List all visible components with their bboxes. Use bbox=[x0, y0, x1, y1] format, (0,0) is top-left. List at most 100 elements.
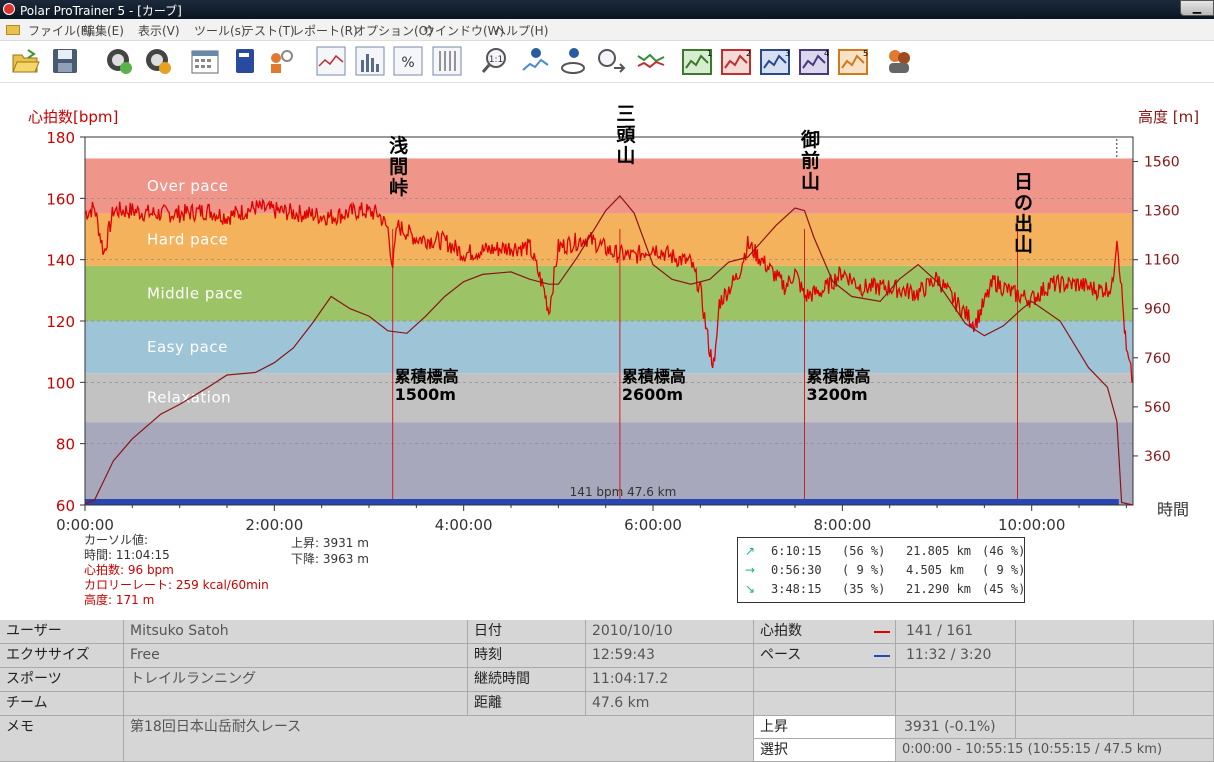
menu-help[interactable]: ヘルプ(H) bbox=[494, 22, 548, 39]
distance-label: 距離 bbox=[468, 692, 586, 716]
summary-row-downhill: ↘ 3:48:15 (35 %) 21.290 km (45 %) bbox=[738, 582, 1026, 600]
calendar-icon[interactable] bbox=[190, 46, 220, 76]
user-value[interactable]: Mitsuko Satoh bbox=[124, 620, 468, 644]
y-right-axis-label: 高度 [m] bbox=[1138, 108, 1199, 126]
time-label: 時刻 bbox=[468, 644, 586, 668]
menu-report[interactable]: レポート(R) bbox=[292, 22, 358, 39]
ascent-label: 上昇 bbox=[754, 716, 896, 739]
duration-value[interactable]: 11:04:17.2 bbox=[586, 668, 754, 692]
curve-1-icon[interactable]: 1 bbox=[682, 46, 712, 76]
svg-text:2: 2 bbox=[746, 49, 751, 58]
folder-icon bbox=[6, 25, 20, 35]
empty-cell bbox=[1016, 716, 1214, 739]
y-right-tick-label: 760 bbox=[1144, 351, 1171, 367]
menu-test[interactable]: テスト(T) bbox=[242, 22, 295, 39]
info-chart-icon[interactable] bbox=[520, 46, 550, 76]
slope-summary: ↗ 6:10:15 (56 %) 21.805 km (46 %) → 0:56… bbox=[737, 537, 1025, 603]
sync-refresh-icon[interactable] bbox=[104, 46, 134, 76]
y-right-tick-label: 960 bbox=[1144, 302, 1171, 318]
empty-cell bbox=[754, 668, 896, 692]
window-title: Polar ProTrainer 5 - [カーブ] bbox=[20, 4, 182, 18]
empty-cell bbox=[896, 692, 1016, 716]
pace-bar-label: 141 bpm 47.6 km bbox=[570, 485, 677, 499]
peak-label: 峠 bbox=[389, 177, 408, 199]
date-value[interactable]: 2010/10/10 bbox=[586, 620, 754, 644]
zone-label: Middle pace bbox=[147, 284, 243, 302]
app-icon bbox=[3, 3, 15, 15]
svg-text:1: 1 bbox=[707, 49, 712, 58]
empty-cell bbox=[1016, 692, 1134, 716]
zone-label: Easy pace bbox=[147, 338, 228, 356]
duration-label: 継続時間 bbox=[468, 668, 586, 692]
title-bar: Polar ProTrainer 5 - [カーブ] ▁ bbox=[0, 0, 1214, 19]
time-value[interactable]: 12:59:43 bbox=[586, 644, 754, 668]
pace-label: ペース bbox=[754, 644, 896, 668]
percent-icon[interactable]: % bbox=[393, 46, 423, 76]
y-right-tick-label: 1160 bbox=[1144, 253, 1180, 269]
cumulative-label: 累積標高 bbox=[395, 367, 459, 386]
menu-edit[interactable]: 編集(E) bbox=[83, 22, 124, 39]
zone-band bbox=[85, 321, 1133, 374]
peak-label: 浅 bbox=[389, 134, 408, 157]
sport-value[interactable]: トレイルランニング bbox=[124, 668, 468, 692]
empty-cell bbox=[1134, 692, 1214, 716]
bar-chart-icon[interactable] bbox=[355, 46, 385, 76]
open-folder-icon[interactable] bbox=[10, 46, 40, 76]
flat-arrow-icon: → bbox=[745, 563, 756, 577]
x-tick-label: 6:00:00 bbox=[624, 516, 682, 534]
summary-distance: 21.290 km bbox=[906, 582, 972, 596]
cumulative-value: 1500m bbox=[395, 385, 456, 404]
menu-view[interactable]: 表示(V) bbox=[138, 22, 180, 39]
menu-bar: ファイル(F) 編集(E) 表示(V) ツール(s) テスト(T) レポート(R… bbox=[0, 19, 1214, 41]
x-tick-label: 8:00:00 bbox=[813, 516, 871, 534]
multi-line-icon[interactable] bbox=[636, 46, 666, 76]
peak-label: 三 bbox=[616, 103, 635, 125]
menu-options[interactable]: オプション(O) bbox=[354, 22, 433, 39]
user-search-icon[interactable] bbox=[266, 46, 296, 76]
downhill-arrow-icon: ↘ bbox=[745, 582, 756, 596]
zoom-icon[interactable]: 1:1 bbox=[480, 46, 510, 76]
y-left-tick-label: 100 bbox=[46, 374, 75, 392]
cumulative-label: 累積標高 bbox=[622, 367, 686, 386]
peak-label: 山 bbox=[1014, 234, 1033, 256]
ascent-down: 下降: 3963 m bbox=[291, 552, 369, 566]
save-disk-icon[interactable] bbox=[50, 46, 80, 76]
exercise-value[interactable]: Free bbox=[124, 644, 468, 668]
pace-value: 11:32 / 3:20 bbox=[896, 644, 1016, 668]
curve-3-icon[interactable]: 3 bbox=[760, 46, 790, 76]
summary-row-flat: → 0:56:30 ( 9 %) 4.505 km ( 9 %) bbox=[738, 563, 1026, 581]
cursor-altitude: 高度: 171 m bbox=[84, 593, 155, 607]
distance-value[interactable]: 47.6 km bbox=[586, 692, 754, 716]
summary-distance: 21.805 km bbox=[906, 544, 972, 558]
exercise-info-table: ユーザー Mitsuko Satoh 日付 2010/10/10 心拍数 141… bbox=[0, 620, 1214, 762]
peak-label: 御 bbox=[800, 128, 820, 151]
users-icon[interactable] bbox=[885, 46, 915, 76]
curve-2-icon[interactable]: 2 bbox=[721, 46, 751, 76]
clock-arrows-icon[interactable] bbox=[596, 46, 626, 76]
selection-label: 選択 bbox=[754, 739, 896, 762]
team-label: チーム bbox=[0, 692, 124, 716]
pace-bar bbox=[85, 499, 1119, 505]
ascent-up: 上昇: 3931 m bbox=[291, 536, 369, 550]
settings-gear-icon[interactable] bbox=[143, 46, 173, 76]
x-tick-label: 2:00:00 bbox=[245, 516, 303, 534]
memo-value[interactable]: 第18回日本山岳耐久レース bbox=[124, 716, 754, 762]
team-value[interactable] bbox=[124, 692, 468, 716]
summary-distance: 4.505 km bbox=[906, 563, 964, 577]
y-right-tick-label: 1360 bbox=[1144, 204, 1180, 220]
table-grid-icon[interactable] bbox=[432, 46, 462, 76]
memo-label: メモ bbox=[0, 716, 124, 762]
book-icon[interactable] bbox=[230, 46, 260, 76]
date-label: 日付 bbox=[468, 620, 586, 644]
line-chart-icon[interactable] bbox=[316, 46, 346, 76]
menu-window[interactable]: ウインドウ(W) bbox=[423, 22, 504, 39]
exercise-label: エクササイズ bbox=[0, 644, 124, 668]
info-satellite-icon[interactable] bbox=[558, 46, 588, 76]
curve-5-icon[interactable]: 5 bbox=[838, 46, 868, 76]
y-left-tick-label: 140 bbox=[46, 252, 75, 270]
minimize-button[interactable]: ▁ bbox=[1180, 0, 1214, 16]
summary-distance-pct: ( 9 %) bbox=[982, 563, 1026, 577]
cumulative-label: 累積標高 bbox=[806, 367, 870, 386]
curve-4-icon[interactable]: 4 bbox=[799, 46, 829, 76]
menu-tools[interactable]: ツール(s) bbox=[194, 22, 246, 39]
